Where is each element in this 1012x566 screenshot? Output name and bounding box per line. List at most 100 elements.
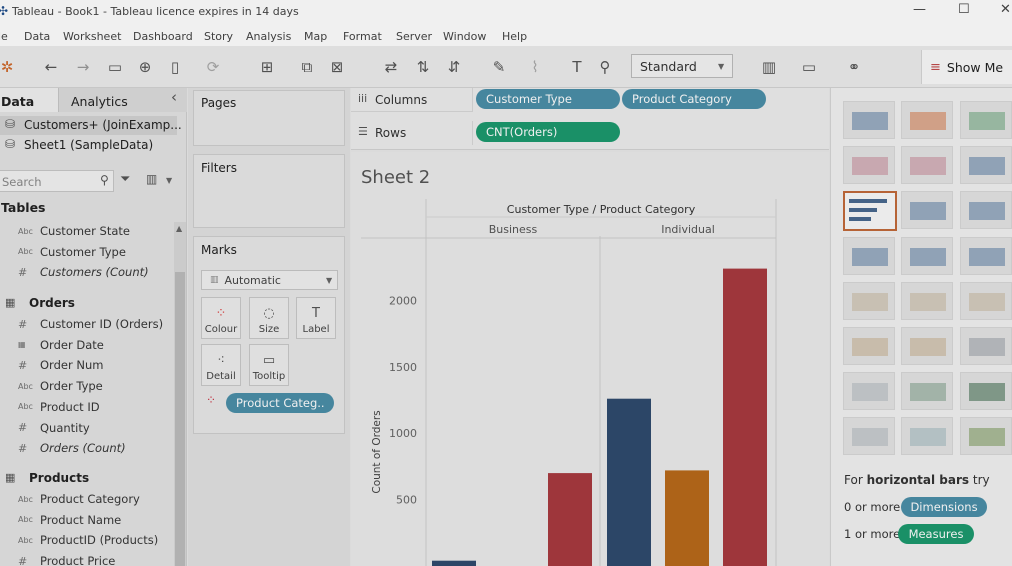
search-field[interactable]: Search ⚲: [0, 170, 114, 192]
field-order-type[interactable]: Abc Order Type: [18, 377, 103, 395]
maximize-button[interactable]: ☐: [958, 2, 970, 17]
field-product-name[interactable]: Abc Product Name: [18, 511, 121, 529]
pages-card[interactable]: Pages: [193, 90, 345, 146]
duplicate-sheet-icon[interactable]: ⧉: [296, 56, 318, 78]
bar-business-0[interactable]: [432, 560, 476, 566]
menu-dashboard[interactable]: Dashboard: [133, 30, 193, 43]
filters-card[interactable]: Filters: [193, 154, 345, 228]
stacked-bars-thumb[interactable]: [901, 191, 953, 229]
size-button[interactable]: ◌ Size: [249, 297, 289, 339]
field-customers-count[interactable]: # Customers (Count): [18, 263, 149, 281]
products-table-header[interactable]: Products: [29, 471, 89, 485]
field-product-id[interactable]: Abc Product ID: [18, 398, 100, 416]
presentation-mode-icon[interactable]: ▭: [798, 56, 820, 78]
field-orders-count[interactable]: # Orders (Count): [18, 439, 126, 457]
gantt-thumb[interactable]: [843, 417, 895, 455]
share-icon[interactable]: ⚭: [843, 56, 865, 78]
label-button[interactable]: T Label: [296, 297, 336, 339]
scatter-plot-thumb[interactable]: [843, 372, 895, 410]
packed-bubbles-thumb[interactable]: [960, 417, 1012, 455]
menu-window[interactable]: Window: [443, 30, 486, 43]
discrete-lines-thumb[interactable]: [901, 282, 953, 320]
save-icon[interactable]: ▭: [104, 56, 126, 78]
menu-data[interactable]: Data: [24, 30, 50, 43]
redo-icon[interactable]: →: [72, 56, 94, 78]
menu-file[interactable]: le: [0, 30, 8, 43]
field-order-num[interactable]: # Order Num: [18, 356, 103, 374]
field-order-date[interactable]: ▦ Order Date: [18, 336, 104, 354]
area-continuous-thumb[interactable]: [843, 327, 895, 365]
colour-button[interactable]: ⁘ Colour: [201, 297, 241, 339]
filter-icon[interactable]: ⏷: [120, 172, 130, 187]
menu-server[interactable]: Server: [396, 30, 432, 43]
menu-help[interactable]: Help: [502, 30, 527, 43]
bar-individual-0[interactable]: [607, 398, 651, 566]
columns-pill-product-category[interactable]: Product Category: [622, 89, 766, 109]
menu-map[interactable]: Map: [304, 30, 327, 43]
menu-worksheet[interactable]: Worksheet: [63, 30, 121, 43]
show-cards-icon[interactable]: ▥: [758, 56, 780, 78]
swap-rows-columns-icon[interactable]: ⇄: [380, 56, 402, 78]
histogram-thumb[interactable]: [901, 372, 953, 410]
mark-type-dropdown[interactable]: ▥ Automatic ▼: [201, 270, 338, 290]
tab-analytics[interactable]: Analytics: [58, 88, 187, 112]
side-by-side-circles-thumb[interactable]: [960, 237, 1012, 275]
bullet-graph-thumb[interactable]: [901, 417, 953, 455]
menu-analysis[interactable]: Analysis: [246, 30, 291, 43]
new-data-source-icon[interactable]: ⊕: [134, 56, 156, 78]
sort-descending-icon[interactable]: ⇵: [443, 56, 465, 78]
menu-format[interactable]: Format: [343, 30, 382, 43]
bar-individual-1[interactable]: [665, 470, 709, 566]
pause-updates-icon[interactable]: ▯: [164, 56, 186, 78]
bar-individual-2[interactable]: [723, 268, 767, 566]
field-productid-products[interactable]: Abc ProductID (Products): [18, 531, 158, 549]
bar-business-2[interactable]: [548, 473, 592, 566]
view-options-icon[interactable]: ▥: [146, 172, 157, 186]
tab-data[interactable]: Data: [0, 88, 58, 112]
highlight-table-thumb[interactable]: [960, 101, 1012, 139]
scroll-up-icon[interactable]: ▲: [176, 224, 182, 233]
dual-combination-thumb[interactable]: [960, 327, 1012, 365]
datasource-customers[interactable]: Customers+ (JoinExamp...: [24, 118, 182, 132]
box-whisker-thumb[interactable]: [960, 372, 1012, 410]
detail-button[interactable]: ⁖ Detail: [201, 344, 241, 386]
pie-chart-thumb[interactable]: [960, 146, 1012, 184]
rows-pill-cnt-orders[interactable]: CNT(Orders): [476, 122, 620, 142]
dual-lines-thumb[interactable]: [960, 282, 1012, 320]
field-product-price[interactable]: # Product Price: [18, 552, 115, 566]
heat-map-thumb[interactable]: [901, 101, 953, 139]
horizontal-bars-thumb[interactable]: [843, 191, 897, 231]
tableau-home-icon[interactable]: ✲: [0, 56, 18, 78]
field-customer-id-orders[interactable]: # Customer ID (Orders): [18, 315, 163, 333]
orders-table-header[interactable]: Orders: [29, 296, 75, 310]
collapse-pane-icon[interactable]: ‹: [171, 88, 177, 106]
area-discrete-thumb[interactable]: [901, 327, 953, 365]
minimize-button[interactable]: —: [913, 2, 926, 17]
field-quantity[interactable]: # Quantity: [18, 419, 90, 437]
circle-views-thumb[interactable]: [901, 237, 953, 275]
symbol-map-thumb[interactable]: [843, 146, 895, 184]
menu-story[interactable]: Story: [204, 30, 233, 43]
text-table-thumb[interactable]: [843, 101, 895, 139]
data-pane-scrollbar[interactable]: ▲: [174, 222, 186, 566]
side-by-side-bars-thumb[interactable]: [960, 191, 1012, 229]
new-worksheet-icon[interactable]: ⊞: [256, 56, 278, 78]
refresh-icon[interactable]: ⟳: [202, 56, 224, 78]
clear-sheet-icon[interactable]: ⊠: [326, 56, 348, 78]
filled-map-thumb[interactable]: [901, 146, 953, 184]
field-product-category[interactable]: Abc Product Category: [18, 490, 140, 508]
chevron-down-icon[interactable]: ▼: [166, 176, 172, 185]
highlight-icon[interactable]: ✎: [488, 56, 510, 78]
fix-axes-icon[interactable]: ⚲: [594, 56, 616, 78]
datasource-sheet1[interactable]: Sheet1 (SampleData): [24, 138, 153, 152]
show-mark-labels-icon[interactable]: T: [566, 56, 588, 78]
close-button[interactable]: ✕: [1000, 2, 1011, 17]
treemap-thumb[interactable]: [843, 237, 895, 275]
show-me-button[interactable]: ≡ Show Me: [921, 50, 1012, 84]
sort-ascending-icon[interactable]: ⇅: [412, 56, 434, 78]
undo-icon[interactable]: ←: [40, 56, 62, 78]
continuous-lines-thumb[interactable]: [843, 282, 895, 320]
scrollbar-thumb[interactable]: [175, 272, 185, 566]
field-customer-state[interactable]: Abc Customer State: [18, 222, 130, 240]
field-customer-type[interactable]: Abc Customer Type: [18, 243, 126, 261]
